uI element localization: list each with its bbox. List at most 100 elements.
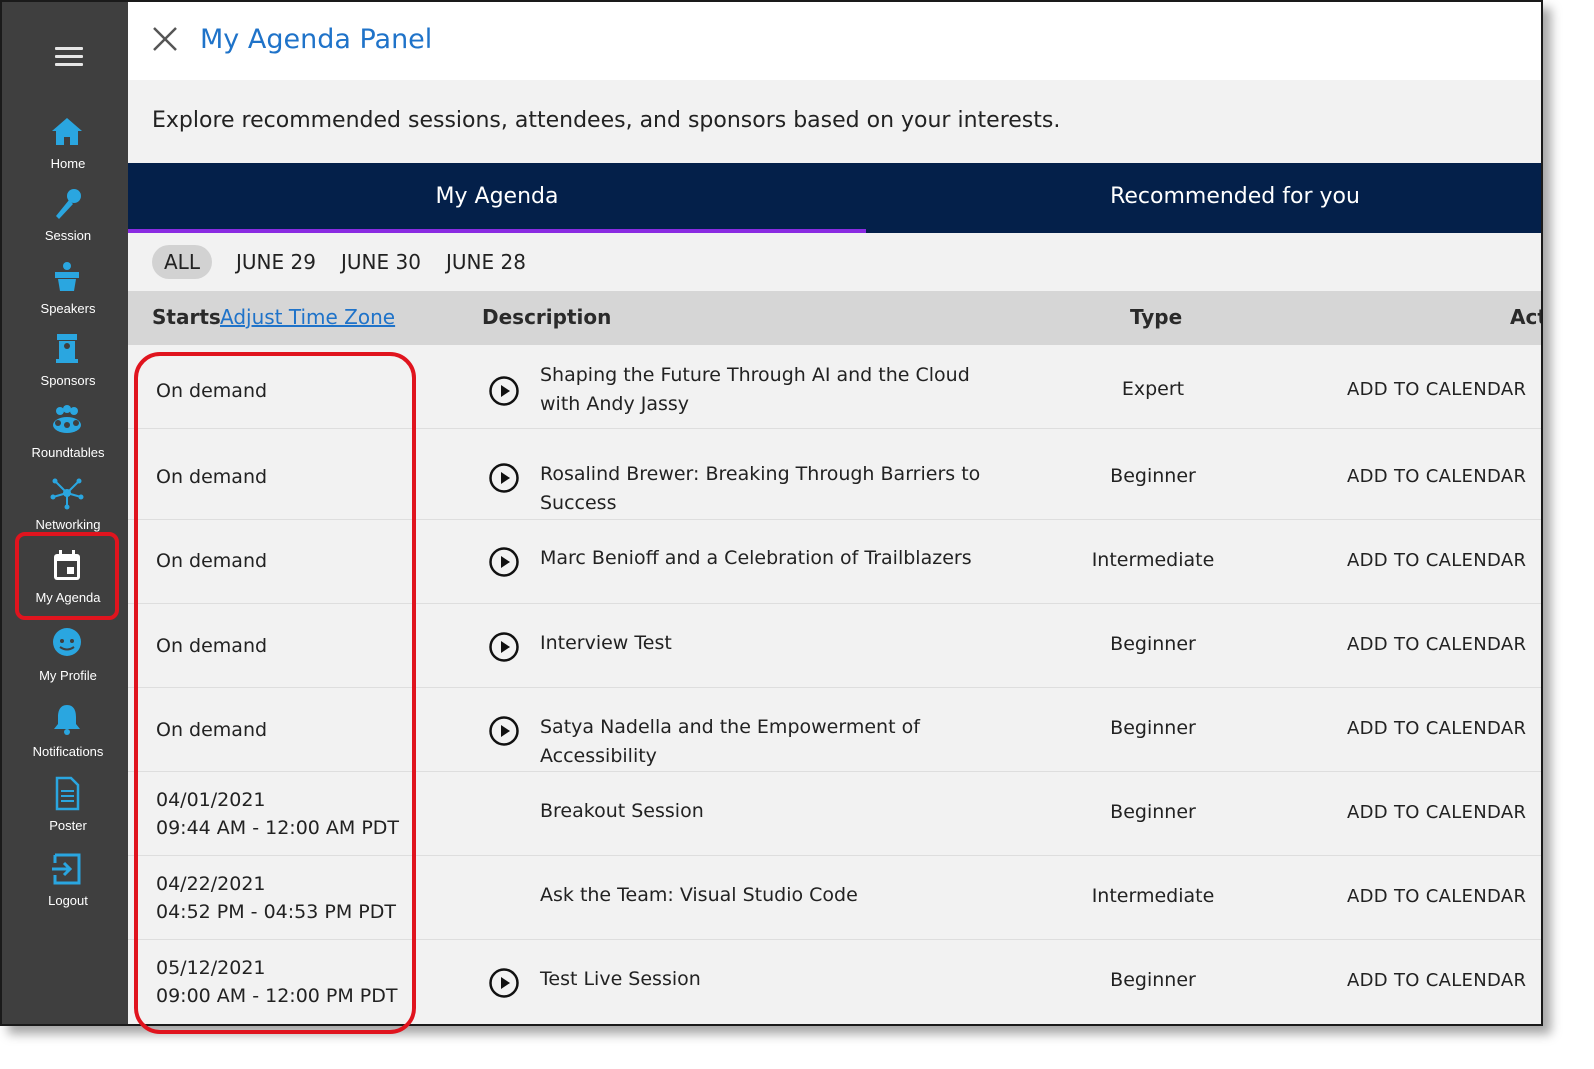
session-type: Beginner bbox=[1110, 633, 1196, 655]
tab-bar: My Agenda Recommended for you bbox=[128, 163, 1541, 233]
microphone-icon bbox=[56, 189, 81, 219]
filter-june-30[interactable]: JUNE 30 bbox=[341, 245, 421, 279]
close-icon[interactable] bbox=[152, 26, 178, 52]
column-header-description: Description bbox=[482, 305, 612, 329]
sidebar-item-home[interactable]: Home bbox=[2, 114, 128, 184]
play-icon[interactable] bbox=[488, 967, 520, 999]
start-time: On demand bbox=[156, 719, 268, 741]
document-icon bbox=[55, 776, 80, 811]
sponsor-booth-icon bbox=[56, 334, 78, 363]
filter-all[interactable]: ALL bbox=[152, 245, 212, 279]
session-description[interactable]: Rosalind Brewer: Breaking Through Barrie… bbox=[540, 460, 1010, 518]
column-header-type: Type bbox=[1130, 305, 1183, 329]
sidebar-item-label: Notifications bbox=[32, 744, 104, 759]
start-date: 04/01/2021 bbox=[156, 789, 266, 811]
add-to-calendar-button[interactable]: ADD TO CALENDAR bbox=[1347, 802, 1526, 823]
play-icon[interactable] bbox=[488, 715, 520, 747]
session-type: Beginner bbox=[1110, 465, 1196, 487]
sidebar: Home Session Speakers Sponsors Roundtabl… bbox=[2, 2, 128, 1024]
sidebar-item-label: Session bbox=[44, 228, 92, 243]
sidebar-item-label: Roundtables bbox=[31, 445, 105, 460]
play-icon[interactable] bbox=[488, 375, 520, 407]
sidebar-item-label: Logout bbox=[48, 893, 88, 908]
sidebar-item-notifications[interactable]: Notifications bbox=[2, 702, 128, 772]
session-description[interactable]: Interview Test bbox=[540, 629, 1010, 658]
start-time: On demand bbox=[156, 380, 268, 402]
session-description[interactable]: Shaping the Future Through AI and the Cl… bbox=[540, 361, 1010, 419]
add-to-calendar-button[interactable]: ADD TO CALENDAR bbox=[1347, 550, 1526, 571]
table-row: On demand Satya Nadella and the Empowerm… bbox=[128, 688, 1541, 772]
session-description[interactable]: Ask the Team: Visual Studio Code bbox=[540, 881, 1010, 910]
sidebar-item-poster[interactable]: Poster bbox=[2, 776, 128, 846]
play-icon[interactable] bbox=[488, 462, 520, 494]
play-icon[interactable] bbox=[488, 546, 520, 578]
group-icon bbox=[53, 405, 81, 433]
sidebar-item-sponsors[interactable]: Sponsors bbox=[2, 331, 128, 401]
logout-icon bbox=[52, 853, 81, 885]
session-description[interactable]: Breakout Session bbox=[540, 797, 1010, 826]
face-icon bbox=[53, 628, 81, 656]
date-filter-bar: ALL JUNE 29 JUNE 30 JUNE 28 bbox=[128, 233, 1541, 291]
column-header-starts: Starts bbox=[152, 305, 221, 329]
column-header-action: Act bbox=[1510, 305, 1541, 329]
table-row: 04/01/2021 09:44 AM - 12:00 AM PDT Break… bbox=[128, 772, 1541, 856]
sidebar-item-session[interactable]: Session bbox=[2, 186, 128, 256]
table-row: 05/12/2021 09:00 AM - 12:00 PM PDT Test … bbox=[128, 940, 1541, 1024]
panel-header: My Agenda Panel bbox=[128, 2, 1541, 80]
sidebar-item-label: Speakers bbox=[40, 301, 96, 316]
session-description[interactable]: Marc Benioff and a Celebration of Trailb… bbox=[540, 544, 1010, 573]
start-time-range: 04:52 PM - 04:53 PM PDT bbox=[156, 901, 396, 923]
sidebar-item-label: Home bbox=[50, 156, 86, 171]
sidebar-item-speakers[interactable]: Speakers bbox=[2, 259, 128, 329]
add-to-calendar-button[interactable]: ADD TO CALENDAR bbox=[1347, 886, 1526, 907]
sidebar-item-my-profile[interactable]: My Profile bbox=[2, 626, 128, 696]
sidebar-item-label: Sponsors bbox=[40, 373, 96, 388]
table-row: 04/22/2021 04:52 PM - 04:53 PM PDT Ask t… bbox=[128, 856, 1541, 940]
agenda-panel: My Agenda Panel Explore recommended sess… bbox=[128, 2, 1541, 1024]
filter-june-28[interactable]: JUNE 28 bbox=[446, 245, 526, 279]
my-agenda-annotation-box bbox=[15, 532, 119, 620]
tab-my-agenda[interactable]: My Agenda bbox=[128, 163, 866, 233]
start-time: On demand bbox=[156, 466, 268, 488]
start-date: 05/12/2021 bbox=[156, 957, 266, 979]
start-time-range: 09:00 AM - 12:00 PM PDT bbox=[156, 985, 398, 1007]
session-type: Beginner bbox=[1110, 801, 1196, 823]
add-to-calendar-button[interactable]: ADD TO CALENDAR bbox=[1347, 466, 1526, 487]
app-window: Home Session Speakers Sponsors Roundtabl… bbox=[0, 0, 1543, 1026]
sidebar-item-label: Poster bbox=[49, 818, 87, 833]
sidebar-item-label: Networking bbox=[35, 517, 101, 532]
hamburger-icon[interactable] bbox=[55, 47, 83, 67]
tab-recommended[interactable]: Recommended for you bbox=[866, 163, 1541, 233]
add-to-calendar-button[interactable]: ADD TO CALENDAR bbox=[1347, 379, 1526, 400]
play-icon[interactable] bbox=[488, 631, 520, 663]
session-type: Intermediate bbox=[1091, 549, 1215, 571]
session-description[interactable]: Test Live Session bbox=[540, 965, 1010, 994]
bell-icon bbox=[54, 705, 80, 735]
sidebar-item-roundtables[interactable]: Roundtables bbox=[2, 403, 128, 473]
add-to-calendar-button[interactable]: ADD TO CALENDAR bbox=[1347, 718, 1526, 739]
session-type: Beginner bbox=[1110, 717, 1196, 739]
start-time-range: 09:44 AM - 12:00 AM PDT bbox=[156, 817, 400, 839]
session-type: Expert bbox=[1121, 378, 1185, 400]
panel-title: My Agenda Panel bbox=[200, 24, 433, 55]
session-description[interactable]: Satya Nadella and the Empowerment of Acc… bbox=[540, 713, 1010, 771]
start-date: 04/22/2021 bbox=[156, 873, 266, 895]
table-row: On demand Interview Test Beginner ADD TO… bbox=[128, 604, 1541, 688]
adjust-time-zone-link[interactable]: Adjust Time Zone bbox=[220, 305, 395, 329]
network-icon bbox=[50, 478, 84, 510]
sidebar-item-logout[interactable]: Logout bbox=[2, 851, 128, 921]
table-header: Starts Adjust Time Zone Description Type… bbox=[128, 291, 1541, 345]
session-type: Beginner bbox=[1110, 969, 1196, 991]
table-row: On demand Shaping the Future Through AI … bbox=[128, 345, 1541, 429]
add-to-calendar-button[interactable]: ADD TO CALENDAR bbox=[1347, 970, 1526, 991]
panel-subtitle: Explore recommended sessions, attendees,… bbox=[152, 108, 1061, 133]
home-icon bbox=[52, 118, 82, 145]
sidebar-item-label: My Profile bbox=[39, 668, 97, 683]
table-row: On demand Marc Benioff and a Celebration… bbox=[128, 520, 1541, 604]
session-type: Intermediate bbox=[1091, 885, 1215, 907]
filter-june-29[interactable]: JUNE 29 bbox=[236, 245, 316, 279]
start-time: On demand bbox=[156, 635, 268, 657]
table-row: On demand Rosalind Brewer: Breaking Thro… bbox=[128, 436, 1541, 520]
podium-icon bbox=[55, 262, 79, 291]
add-to-calendar-button[interactable]: ADD TO CALENDAR bbox=[1347, 634, 1526, 655]
